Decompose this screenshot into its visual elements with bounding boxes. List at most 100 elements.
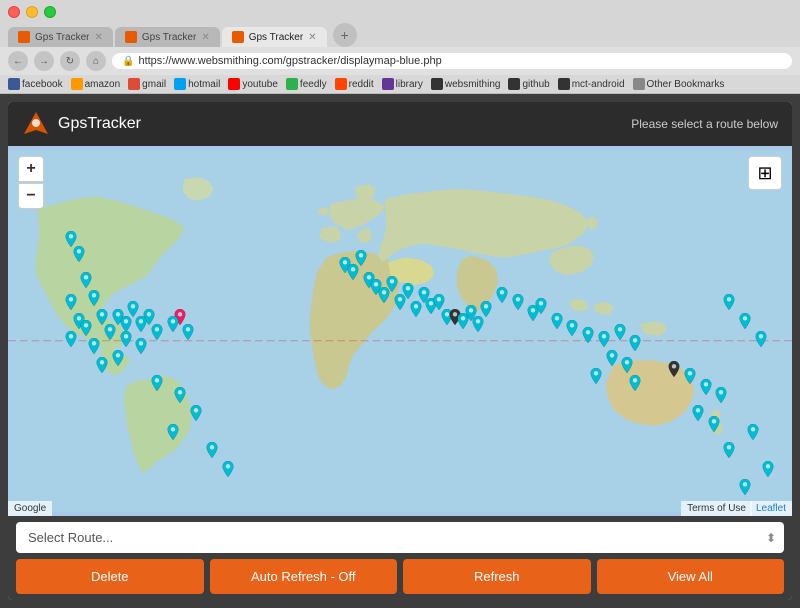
browser-tab-3[interactable]: Gps Tracker ✕ [222,27,327,47]
map-marker-18[interactable] [135,338,147,354]
map-marker-63[interactable] [668,361,680,377]
map-marker-50[interactable] [512,294,524,310]
map-marker-23[interactable] [96,357,108,373]
map-marker-67[interactable] [692,405,704,421]
map-marker-52[interactable] [535,298,547,314]
map-marker-49[interactable] [496,287,508,303]
map-marker-42[interactable] [433,294,445,310]
browser-tab-2[interactable]: Gps Tracker ✕ [115,27,220,47]
bookmark-Other Bookmarks[interactable]: Other Bookmarks [633,78,725,90]
map-marker-57[interactable] [614,324,626,340]
bookmark-hotmail[interactable]: hotmail [174,78,220,90]
map-marker-1[interactable] [73,246,85,262]
map-marker-28[interactable] [206,442,218,458]
bookmark-mct-android[interactable]: mct-android [558,78,625,90]
map-marker-39[interactable] [410,301,422,317]
bookmark-feedly[interactable]: feedly [286,78,327,90]
map-marker-5[interactable] [88,290,100,306]
bookmark-library[interactable]: library [382,78,423,90]
map-marker-58[interactable] [629,335,641,351]
refresh-browser-button[interactable]: ↻ [60,51,80,71]
map-marker-2[interactable] [80,272,92,288]
zoom-in-button[interactable]: + [18,156,44,182]
map-marker-7[interactable] [80,320,92,336]
map-marker-74[interactable] [762,461,774,477]
map-marker-6[interactable] [96,309,108,325]
map-marker-62[interactable] [629,375,641,391]
url-box[interactable]: 🔒 https://www.websmithing.com/gpstracker… [112,53,792,69]
map-marker-15[interactable] [135,316,147,332]
home-button[interactable]: ⌂ [86,51,106,71]
map-marker-47[interactable] [472,316,484,332]
select-route-dropdown[interactable]: Select Route... [24,522,766,553]
map-marker-0[interactable] [65,231,77,247]
map-marker-64[interactable] [684,368,696,384]
map-marker-12[interactable] [112,309,124,325]
browser-tab-1[interactable]: Gps Tracker ✕ [8,27,113,47]
map-marker-29[interactable] [222,461,234,477]
library-bookmark-label: library [396,79,423,90]
map-marker-59[interactable] [606,350,618,366]
map-marker-19[interactable] [112,350,124,366]
map-marker-68[interactable] [708,416,720,432]
bookmark-reddit[interactable]: reddit [335,78,374,90]
map-marker-55[interactable] [582,327,594,343]
map-marker-36[interactable] [386,276,398,292]
back-button[interactable]: ← [8,51,28,71]
tab-close-2[interactable]: ✕ [201,32,209,43]
map-marker-60[interactable] [621,357,633,373]
map-marker-8[interactable] [65,331,77,347]
map-marker-22[interactable] [182,324,194,340]
map-marker-27[interactable] [167,424,179,440]
map-marker-61[interactable] [590,368,602,384]
map-marker-9[interactable] [88,338,100,354]
leaflet-link[interactable]: Leaflet [756,503,786,514]
gps-tracker-logo-icon [22,110,50,138]
delete-button[interactable]: Delete [16,559,204,594]
auto-refresh-button[interactable]: Auto Refresh - Off [210,559,398,594]
map-marker-65[interactable] [700,379,712,395]
bookmark-facebook[interactable]: facebook [8,78,63,90]
map-marker-31[interactable] [355,250,367,266]
minimize-window-button[interactable] [26,6,38,18]
map-marker-54[interactable] [566,320,578,336]
refresh-button[interactable]: Refresh [403,559,591,594]
fullscreen-window-button[interactable] [44,6,56,18]
map-marker-10[interactable] [104,324,116,340]
map-marker-71[interactable] [755,331,767,347]
map-marker-24[interactable] [151,375,163,391]
map-marker-26[interactable] [190,405,202,421]
map-marker-25[interactable] [174,387,186,403]
map-marker-48[interactable] [480,301,492,317]
map-marker-66[interactable] [715,387,727,403]
gmail-bookmark-label: gmail [142,79,166,90]
map-marker-17[interactable] [120,331,132,347]
forward-button[interactable]: → [34,51,54,71]
new-tab-button[interactable]: + [333,23,357,47]
tab-close-1[interactable]: ✕ [94,32,102,43]
map-layers-button[interactable]: ⊞ [748,156,782,190]
view-all-button[interactable]: View All [597,559,785,594]
bookmark-gmail[interactable]: gmail [128,78,166,90]
map-marker-69[interactable] [723,294,735,310]
map-marker-70[interactable] [739,313,751,329]
close-window-button[interactable] [8,6,20,18]
map-marker-73[interactable] [723,442,735,458]
map-marker-32[interactable] [347,264,359,280]
bookmark-github[interactable]: github [508,78,549,90]
map-marker-75[interactable] [739,479,751,495]
bookmark-amazon[interactable]: amazon [71,78,121,90]
map-marker-21[interactable] [167,316,179,332]
map-marker-3[interactable] [65,294,77,310]
bookmark-websmithing[interactable]: websmithing [431,78,501,90]
map-marker-16[interactable] [151,324,163,340]
map-marker-56[interactable] [598,331,610,347]
bookmark-youtube[interactable]: youtube [228,78,278,90]
map-marker-13[interactable] [127,301,139,317]
app-title: GpsTracker [58,115,141,133]
tab-close-3[interactable]: ✕ [308,32,316,43]
map-marker-38[interactable] [394,294,406,310]
map-marker-53[interactable] [551,313,563,329]
map-marker-72[interactable] [747,424,759,440]
zoom-out-button[interactable]: − [18,183,44,209]
